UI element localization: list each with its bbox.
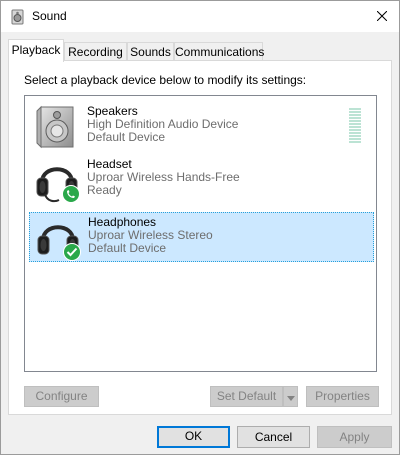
apply-button[interactable]: Apply	[317, 426, 392, 448]
device-item-headset[interactable]: Headset Uproar Wireless Hands-Free Ready	[29, 155, 374, 205]
tab-recording[interactable]: Recording	[64, 42, 127, 60]
device-item-headphones[interactable]: Headphones Uproar Wireless Stereo Defaul…	[29, 212, 374, 262]
device-list[interactable]: Speakers High Definition Audio Device De…	[24, 95, 377, 372]
chevron-down-icon	[286, 390, 295, 404]
headphones-icon	[34, 214, 82, 262]
title-bar[interactable]: Sound	[1, 1, 399, 32]
device-status: Default Device	[88, 241, 167, 255]
set-default-dropdown[interactable]	[283, 386, 298, 407]
tab-sounds[interactable]: Sounds	[127, 42, 174, 60]
device-status: Ready	[87, 183, 122, 197]
tab-communications[interactable]: Communications	[174, 42, 264, 60]
cancel-button[interactable]: Cancel	[237, 426, 310, 448]
phone-badge-icon	[62, 185, 80, 206]
instructions-text: Select a playback device below to modify…	[24, 73, 307, 87]
close-icon	[376, 10, 388, 24]
sound-dialog: Sound Playback Recording Sounds Communic…	[0, 0, 400, 455]
speaker-icon	[33, 103, 81, 151]
checkmark-badge-icon	[63, 243, 81, 264]
speaker-icon	[10, 9, 26, 25]
device-item-speakers[interactable]: Speakers High Definition Audio Device De…	[29, 102, 374, 152]
playback-panel: Select a playback device below to modify…	[8, 60, 392, 415]
configure-button[interactable]: Configure	[24, 386, 99, 407]
properties-button[interactable]: Properties	[306, 386, 379, 407]
tab-playback[interactable]: Playback	[8, 39, 64, 62]
headset-icon	[33, 156, 81, 204]
set-default-button[interactable]: Set Default	[210, 386, 283, 407]
close-button[interactable]	[365, 1, 399, 32]
volume-level-meter	[349, 108, 361, 144]
window-title: Sound	[32, 9, 67, 23]
ok-button[interactable]: OK	[157, 426, 230, 448]
device-status: Default Device	[87, 130, 166, 144]
